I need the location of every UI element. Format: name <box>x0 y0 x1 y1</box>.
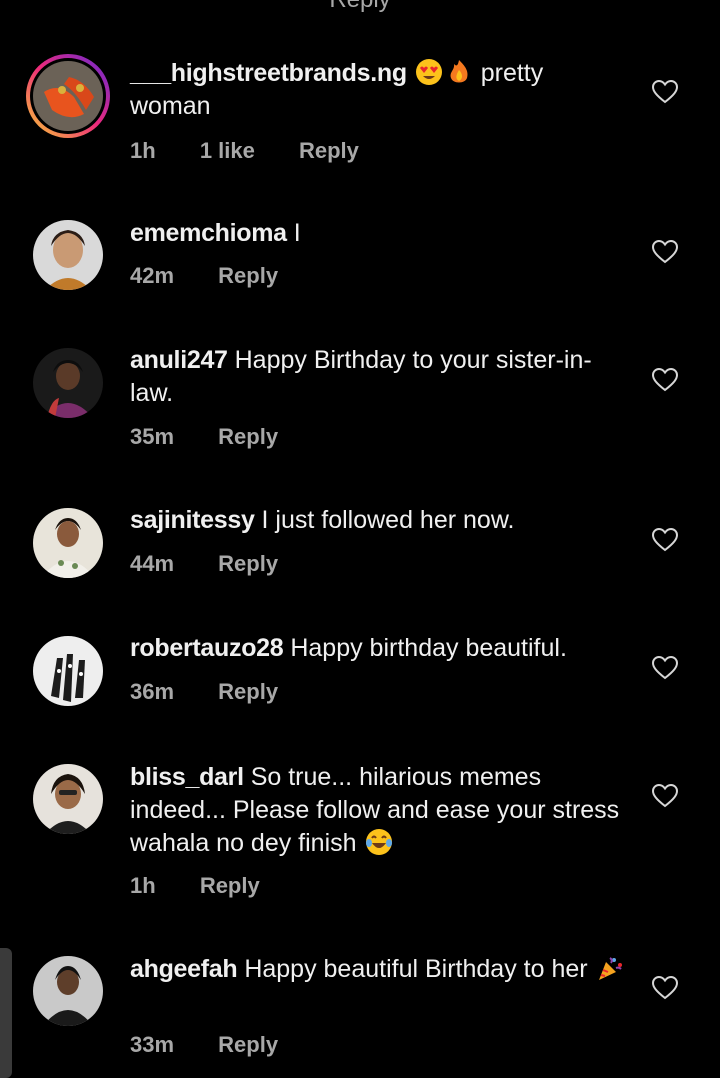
comment-username[interactable]: bliss_darl <box>130 763 244 791</box>
fire-emoji <box>445 58 473 86</box>
avatar[interactable] <box>24 52 112 140</box>
previous-reply-link[interactable]: Reply <box>0 0 720 14</box>
comment-text: sajinitessy I just followed her now. <box>130 504 630 537</box>
comment-username[interactable]: ahgeefah <box>130 955 238 983</box>
avatar[interactable] <box>33 956 103 1026</box>
comment-username[interactable]: ___highstreetbrands.ng <box>130 59 407 87</box>
comment-meta: 44m Reply <box>130 551 316 577</box>
comment-time: 1h <box>130 138 156 163</box>
comment-body: I just followed her now. <box>261 506 515 534</box>
comment-body: Happy beautiful Birthday to her <box>244 955 588 983</box>
reply-button[interactable]: Reply <box>218 679 278 704</box>
avatar[interactable] <box>33 636 103 706</box>
heart-icon[interactable] <box>652 240 678 264</box>
reply-button[interactable]: Reply <box>218 1032 278 1057</box>
laughing-tears-emoji <box>365 828 393 856</box>
heart-icon[interactable] <box>652 976 678 1000</box>
comment-time: 42m <box>130 263 175 288</box>
comment-time: 44m <box>130 551 175 576</box>
avatar[interactable] <box>33 764 103 834</box>
comment-time: 33m <box>130 1032 175 1057</box>
heart-icon[interactable] <box>652 784 678 808</box>
heart-eyes-emoji <box>415 58 443 86</box>
comment-meta: 35m Reply <box>130 424 316 450</box>
comment-username[interactable]: sajinitessy <box>130 506 255 534</box>
comment-meta: 42m Reply <box>130 263 316 289</box>
reply-button[interactable]: Reply <box>218 263 278 288</box>
comment-username[interactable]: ememchioma <box>130 219 287 247</box>
heart-icon[interactable] <box>652 656 678 680</box>
reply-button[interactable]: Reply <box>200 873 260 898</box>
comment-text: ___highstreetbrands.ng pretty woman <box>130 57 630 123</box>
comment-meta: 36m Reply <box>130 679 316 705</box>
comment-likes[interactable]: 1 like <box>200 138 255 163</box>
heart-icon[interactable] <box>652 528 678 552</box>
reply-button[interactable]: Reply <box>218 551 278 576</box>
avatar[interactable] <box>33 348 103 418</box>
comment-text: robertauzo28 Happy birthday beautiful. <box>130 632 630 665</box>
comment-meta: 1h Reply <box>130 873 298 899</box>
heart-icon[interactable] <box>652 368 678 392</box>
avatar[interactable] <box>33 508 103 578</box>
comment-time: 36m <box>130 679 175 704</box>
comment-meta: 33m Reply <box>130 1032 316 1058</box>
reply-button[interactable]: Reply <box>299 138 359 163</box>
comment-time: 1h <box>130 873 156 898</box>
comment-time: 35m <box>130 424 175 449</box>
comment-text: ememchioma I <box>130 217 630 250</box>
comment-text: ahgeefah Happy beautiful Birthday to her <box>130 953 630 986</box>
avatar[interactable] <box>33 220 103 290</box>
comment-username[interactable]: robertauzo28 <box>130 634 284 662</box>
comment-body: Happy birthday beautiful. <box>290 634 567 662</box>
comment-text: anuli247 Happy Birthday to your sister-i… <box>130 344 630 410</box>
reply-button[interactable]: Reply <box>218 424 278 449</box>
scroll-indicator[interactable] <box>0 948 12 1078</box>
comment-body: I <box>293 219 301 247</box>
heart-icon[interactable] <box>652 80 678 104</box>
comment-text: bliss_darl So true... hilarious memes in… <box>130 761 630 860</box>
comment-username[interactable]: anuli247 <box>130 346 228 374</box>
comment-meta: 1h 1 like Reply <box>130 138 397 164</box>
party-popper-emoji <box>596 954 624 982</box>
